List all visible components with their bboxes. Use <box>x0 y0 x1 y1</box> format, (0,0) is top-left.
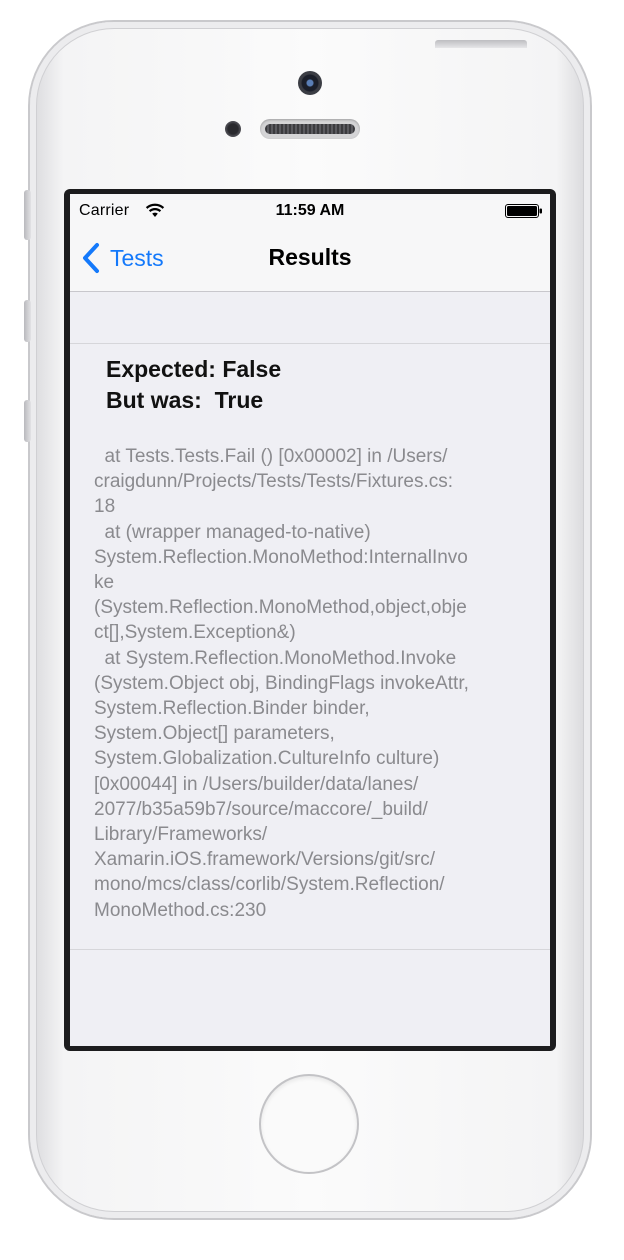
proximity-sensor <box>225 121 241 137</box>
section-header-spacer <box>70 292 550 344</box>
stack-trace-line: Xamarin.iOS.framework/Versions/git/src/ <box>94 849 436 871</box>
sleep-wake-button <box>435 40 527 48</box>
stack-trace-line: ct[],System.Exception&) <box>94 622 296 644</box>
stack-trace: at Tests.Tests.Fail () [0x00002] in /Use… <box>94 444 534 923</box>
assertion-message: Expected: False But was: True <box>106 354 281 416</box>
stack-trace-line: System.Reflection.Binder binder, <box>94 698 370 720</box>
stack-trace-line: at Tests.Tests.Fail () [0x00002] in /Use… <box>94 446 448 467</box>
volume-down-button <box>24 400 31 442</box>
stack-trace-line: craigdunn/Projects/Tests/Tests/Fixtures.… <box>94 471 454 493</box>
stack-trace-line: MonoMethod.cs:230 <box>94 899 267 921</box>
navigation-bar: Tests Results <box>70 226 550 292</box>
stack-trace-line: Library/Frameworks/ <box>94 824 268 846</box>
mute-switch <box>24 190 31 240</box>
stack-trace-line: System.Globalization.CultureInfo culture… <box>94 748 440 770</box>
volume-up-button <box>24 300 31 342</box>
earpiece-speaker <box>260 119 360 139</box>
stack-trace-line: mono/mcs/class/corlib/System.Reflection/ <box>94 874 445 896</box>
screen: Carrier 11:59 AM Tests Results Expected:… <box>70 194 550 1046</box>
expected-line: Expected: False <box>106 356 282 382</box>
stack-trace-line: ke <box>94 572 115 594</box>
status-bar: Carrier 11:59 AM <box>70 194 550 226</box>
result-cell: Expected: False But was: True at Tests.T… <box>70 344 550 950</box>
stack-trace-line: System.Reflection.MonoMethod:InternalInv… <box>94 546 468 568</box>
stack-trace-line: at (wrapper managed-to-native) <box>94 521 371 543</box>
speaker-grille <box>265 124 355 134</box>
page-title: Results <box>268 244 352 270</box>
actual-line: But was: True <box>106 387 264 413</box>
stack-trace-line: 18 <box>94 496 116 518</box>
stack-trace-line: System.Object[] parameters, <box>94 723 335 745</box>
stack-trace-line: (System.Reflection.MonoMethod,object,obj… <box>94 597 467 619</box>
stack-trace-line: at System.Reflection.MonoMethod.Invoke <box>94 647 457 669</box>
home-button[interactable] <box>261 1076 357 1172</box>
stack-trace-line: [0x00044] in /Users/builder/data/lanes/ <box>94 773 419 795</box>
clock: 11:59 AM <box>275 202 345 219</box>
stack-trace-line: (System.Object obj, BindingFlags invokeA… <box>94 672 469 694</box>
front-camera <box>298 71 322 95</box>
stack-trace-line: 2077/b35a59b7/source/maccore/_build/ <box>94 798 428 820</box>
battery-icon <box>505 204 542 218</box>
